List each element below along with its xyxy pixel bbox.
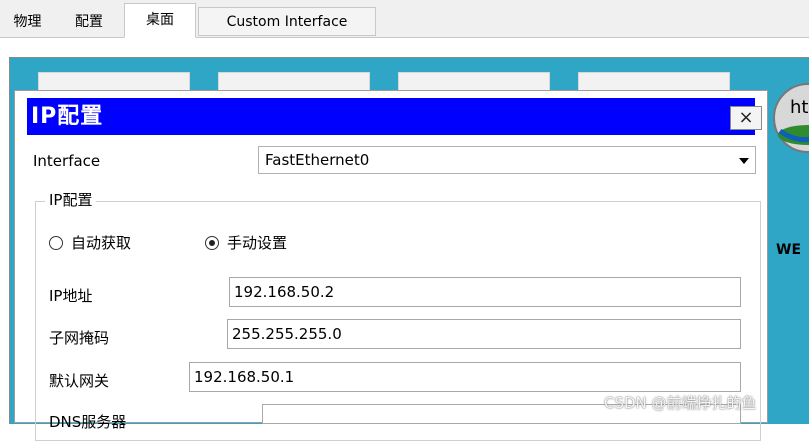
tab-config[interactable]: 配置: [58, 7, 120, 36]
tab-physical[interactable]: 物理: [0, 7, 55, 36]
dialog-title: IP配置: [31, 104, 104, 129]
subnet-mask-input[interactable]: 255.255.255.0: [227, 319, 741, 349]
top-tab-bar: 物理 配置 桌面 Custom Interface: [0, 0, 809, 38]
interface-select[interactable]: FastEthernet0: [258, 146, 756, 174]
ip-config-dialog: IP配置 × Interface FastEthernet0 IP配置 自动获取…: [14, 90, 768, 441]
watermark: CSDN @前端挣扎的鱼: [604, 394, 757, 412]
web-browser-icon[interactable]: ht: [768, 73, 809, 163]
ip-address-value: 192.168.50.2: [234, 283, 335, 301]
radio-dhcp[interactable]: 自动获取: [49, 232, 131, 253]
radio-static[interactable]: 手动设置: [205, 232, 287, 253]
default-gateway-value: 192.168.50.1: [194, 368, 295, 386]
chevron-down-icon: [739, 158, 749, 164]
tab-desktop[interactable]: 桌面: [124, 3, 196, 38]
ip-address-input[interactable]: 192.168.50.2: [229, 277, 741, 307]
dialog-titlebar: IP配置 ×: [27, 98, 762, 135]
interface-value: FastEthernet0: [265, 151, 370, 169]
dns-server-label: DNS服务器: [49, 413, 127, 431]
default-gateway-label: 默认网关: [49, 372, 110, 390]
group-title: IP配置: [45, 189, 97, 210]
close-icon: ×: [738, 107, 754, 128]
close-button[interactable]: ×: [730, 106, 762, 130]
web-browser-label: WE: [776, 242, 802, 258]
subnet-mask-label: 子网掩码: [49, 329, 110, 347]
radio-selected-icon: [205, 235, 219, 250]
radio-static-label: 手动设置: [227, 234, 288, 252]
ip-address-label: IP地址: [49, 287, 93, 305]
interface-label: Interface: [33, 152, 101, 170]
default-gateway-input[interactable]: 192.168.50.1: [189, 362, 741, 392]
subnet-mask-value: 255.255.255.0: [232, 325, 342, 343]
radio-dhcp-label: 自动获取: [71, 234, 132, 252]
radio-unselected-icon: [49, 235, 63, 250]
tab-custom-interface[interactable]: Custom Interface: [198, 7, 376, 36]
globe-text: ht: [790, 97, 808, 118]
